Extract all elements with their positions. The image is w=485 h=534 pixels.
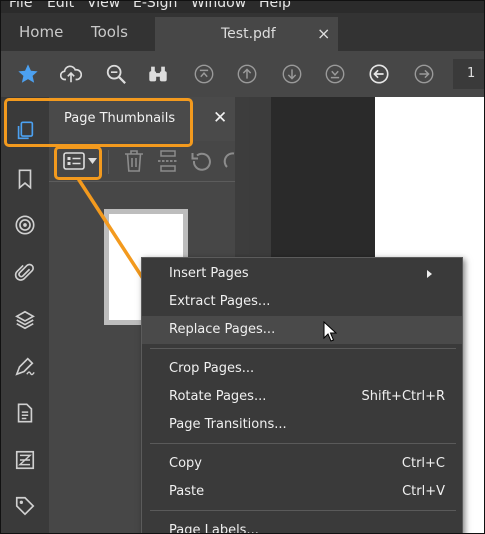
insert-page-icon[interactable] (157, 149, 179, 173)
tag-icon[interactable] (14, 495, 36, 517)
menu-esign[interactable]: E-Sign (133, 1, 177, 10)
menu-bar: File Edit View E-Sign Window Help (1, 1, 484, 13)
menu-separator (150, 443, 456, 444)
menu-item-label: Replace Pages... (169, 322, 276, 337)
menu-item-paste[interactable]: Paste Ctrl+V (142, 478, 462, 506)
forward-icon[interactable] (413, 63, 435, 85)
left-navigation-rail (1, 97, 49, 533)
app-window: File Edit View E-Sign Window Help Home T… (0, 0, 485, 534)
toolbar-separator (108, 150, 109, 174)
menu-item-crop-pages[interactable]: Crop Pages... (142, 355, 462, 383)
menu-item-page-labels[interactable]: Page Labels... (142, 517, 462, 534)
zoom-search-icon[interactable] (105, 63, 127, 85)
menu-item-shortcut: Ctrl+C (401, 456, 445, 471)
back-icon[interactable] (368, 63, 390, 85)
attachment-icon[interactable] (14, 261, 36, 283)
highlight-page-thumbnails (4, 98, 193, 147)
menu-window[interactable]: Window (191, 1, 246, 10)
signature-pen-icon[interactable] (14, 355, 36, 377)
main-toolbar: 1 (1, 51, 484, 97)
menu-separator (150, 510, 456, 511)
tab-document-label: Test.pdf (221, 26, 276, 42)
menu-view[interactable]: View (87, 1, 120, 10)
menu-item-copy[interactable]: Copy Ctrl+C (142, 450, 462, 478)
submenu-arrow-icon (427, 270, 432, 278)
menu-item-label: Insert Pages (169, 266, 249, 281)
binoculars-icon[interactable] (147, 63, 169, 85)
rotate-counterclockwise-icon[interactable] (191, 150, 213, 172)
previous-page-icon[interactable] (236, 63, 258, 85)
star-icon[interactable] (17, 63, 39, 85)
thumbnail-context-menu: Insert Pages Extract Pages... Replace Pa… (141, 257, 463, 534)
compare-icon[interactable] (14, 449, 36, 471)
panel-close-button[interactable]: ✕ (213, 108, 227, 128)
menu-help[interactable]: Help (259, 1, 291, 10)
menu-edit[interactable]: Edit (47, 1, 74, 10)
first-page-icon[interactable] (193, 63, 215, 85)
menu-item-rotate-pages[interactable]: Rotate Pages... Shift+Ctrl+R (142, 383, 462, 411)
menu-item-insert-pages[interactable]: Insert Pages (142, 260, 462, 288)
last-page-icon[interactable] (324, 63, 346, 85)
document-icon[interactable] (14, 402, 36, 424)
tab-home[interactable]: Home (19, 13, 63, 51)
menu-item-label: Rotate Pages... (169, 389, 267, 404)
menu-item-label: Copy (169, 456, 202, 471)
menu-item-label: Paste (169, 484, 205, 499)
menu-item-label: Page Labels... (169, 523, 259, 534)
rotate-clockwise-icon[interactable] (223, 150, 235, 172)
menu-item-label: Extract Pages... (169, 294, 271, 309)
bookmark-icon[interactable] (14, 168, 36, 190)
tab-close-button[interactable]: × (317, 17, 330, 51)
menu-file[interactable]: File (9, 1, 32, 10)
mouse-cursor-icon (323, 321, 337, 342)
next-page-icon[interactable] (281, 63, 303, 85)
cloud-upload-icon[interactable] (60, 63, 82, 85)
menu-separator (150, 348, 456, 349)
menu-item-shortcut: Ctrl+V (402, 484, 445, 499)
highlight-options-button (54, 146, 102, 180)
tab-tools[interactable]: Tools (91, 13, 128, 51)
layers-icon[interactable] (14, 309, 36, 331)
target-icon[interactable] (14, 214, 36, 236)
menu-item-extract-pages[interactable]: Extract Pages... (142, 288, 462, 316)
menu-item-label: Page Transitions... (169, 417, 287, 432)
menu-item-label: Crop Pages... (169, 361, 255, 376)
tab-document[interactable]: Test.pdf × (155, 17, 338, 51)
delete-page-icon[interactable] (123, 149, 145, 173)
menu-item-replace-pages[interactable]: Replace Pages... (142, 316, 462, 344)
tab-bar: Home Tools Test.pdf × (1, 13, 484, 51)
menu-item-shortcut: Shift+Ctrl+R (361, 389, 446, 404)
menu-item-page-transitions[interactable]: Page Transitions... (142, 411, 462, 439)
page-number-input[interactable]: 1 (453, 59, 484, 89)
